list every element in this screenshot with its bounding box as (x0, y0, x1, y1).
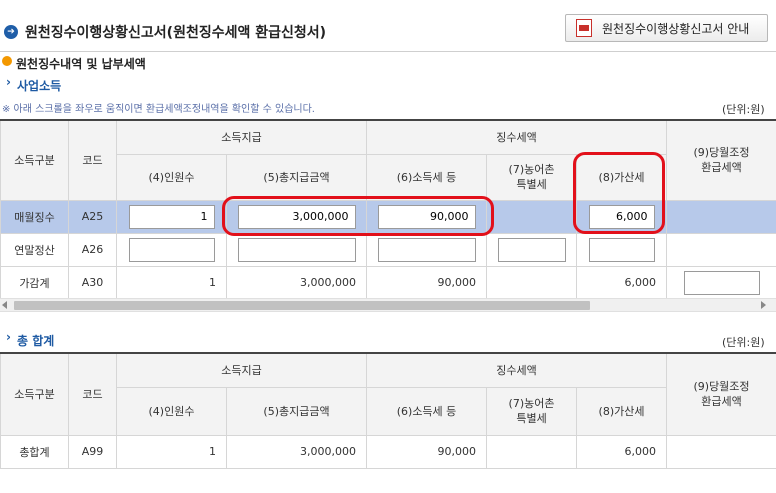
cell-total-payment: 3,000,000 (225, 434, 368, 469)
cell-income-tax: 90,000 (366, 265, 488, 300)
total-unit-label: (단위:원) (722, 336, 765, 349)
total-table: 소득구분 코드 소득지급 징수세액 (9)당월조정 환급세액 (4)인원수 (5… (0, 352, 776, 469)
cell-count (116, 199, 227, 234)
cell-total-payment: 3,000,000 (225, 265, 368, 300)
total-payment-input[interactable] (237, 237, 356, 262)
guide-button-label: 원천징수이행상황신고서 안내 (602, 21, 750, 36)
scroll-thumb[interactable] (14, 301, 590, 310)
income-tax-input[interactable] (377, 237, 476, 262)
cell-refund (666, 434, 776, 469)
cell-additional-tax (576, 199, 668, 234)
cell-rural-tax (486, 265, 578, 300)
chevron-right-icon: › (6, 75, 11, 89)
cell-rural-tax (486, 199, 578, 234)
table-row-a26[interactable]: 연말정산 A26 (0, 232, 776, 267)
th-refund-line2: 환급세액 (701, 395, 742, 409)
cell-count: 1 (116, 265, 227, 300)
th-total-payment: (5)총지급금액 (225, 153, 368, 201)
section-title: 원천징수내역 및 납부세액 (16, 57, 146, 71)
cell-additional-tax: 6,000 (576, 434, 668, 469)
cell-refund (666, 199, 776, 234)
count-input[interactable] (128, 204, 215, 229)
th-additional-tax: (8)가산세 (576, 153, 668, 201)
cell-category: 매월징수 (0, 199, 69, 234)
th-withholding-tax: 징수세액 (366, 352, 668, 388)
th-income-payment: 소득지급 (115, 352, 368, 388)
chevron-right-icon: › (6, 330, 11, 344)
total-payment-input[interactable] (237, 204, 356, 229)
th-total-payment: (5)총지급금액 (225, 386, 368, 436)
th-rural-tax-line1: (7)농어촌 (508, 397, 555, 410)
cell-income-tax (366, 232, 488, 267)
th-count: (4)인원수 (116, 153, 227, 201)
business-income-table: 소득구분 코드 소득지급 징수세액 (9)당월조정 환급세액 (4)인원수 (5… (0, 119, 776, 300)
arrow-right-icon: ➔ (4, 25, 18, 39)
cell-code: A99 (68, 434, 117, 469)
th-rural-tax-line2: 특별세 (516, 178, 547, 191)
guide-button[interactable]: 원천징수이행상황신고서 안내 (565, 14, 768, 42)
cell-count (116, 232, 227, 267)
table-row-a99: 총합계 A99 1 3,000,000 90,000 6,000 (0, 434, 776, 469)
cell-category: 연말정산 (0, 232, 69, 267)
refund-input[interactable] (683, 270, 760, 295)
count-input[interactable] (128, 237, 215, 262)
cell-count: 1 (116, 434, 227, 469)
th-rural-tax: (7)농어촌 특별세 (486, 386, 578, 436)
cell-additional-tax: 6,000 (576, 265, 668, 300)
cell-rural-tax (486, 232, 578, 267)
cell-refund (666, 232, 776, 267)
th-additional-tax: (8)가산세 (576, 386, 668, 436)
th-income-tax: (6)소득세 등 (366, 153, 488, 201)
cell-code: A26 (68, 232, 117, 267)
th-code: 코드 (68, 352, 117, 436)
business-subtitle: 사업소득 (17, 79, 62, 93)
additional-tax-input[interactable] (588, 237, 655, 262)
table-row-a30: 가감계 A30 1 3,000,000 90,000 6,000 (0, 265, 776, 300)
orange-bullet-icon (2, 56, 12, 66)
th-refund: (9)당월조정 환급세액 (666, 352, 776, 436)
cell-refund (666, 265, 776, 300)
th-refund-line1: (9)당월조정 (693, 146, 750, 160)
page-header: ➔ 원천징수이행상황신고서(원천징수세액 환급신청서) 원천징수이행상황신고서 … (0, 0, 776, 52)
th-refund: (9)당월조정 환급세액 (666, 119, 776, 201)
cell-category: 가감계 (0, 265, 69, 300)
table-row-a25[interactable]: 매월징수 A25 (0, 199, 776, 234)
th-refund-line2: 환급세액 (701, 161, 742, 175)
cell-code: A30 (68, 265, 117, 300)
th-income-tax: (6)소득세 등 (366, 386, 488, 436)
th-income-payment: 소득지급 (115, 119, 368, 155)
cell-rural-tax (486, 434, 578, 469)
th-category: 소득구분 (0, 119, 69, 201)
additional-tax-input[interactable] (588, 204, 655, 229)
rural-tax-input[interactable] (497, 237, 566, 262)
th-code: 코드 (68, 119, 117, 201)
cell-total-payment (225, 232, 368, 267)
cell-income-tax: 90,000 (366, 434, 488, 469)
scroll-left-icon[interactable] (2, 301, 7, 309)
horizontal-scrollbar[interactable] (0, 298, 776, 312)
scroll-notice: ※ 아래 스크롤을 좌우로 움직이면 환급세액조정내역을 확인할 수 있습니다. (2, 104, 315, 115)
pdf-icon (576, 19, 592, 37)
th-rural-tax-line2: 특별세 (516, 412, 547, 425)
unit-label: (단위:원) (722, 103, 765, 116)
th-count: (4)인원수 (116, 386, 227, 436)
th-rural-tax-line1: (7)농어촌 (508, 163, 555, 176)
th-refund-line1: (9)당월조정 (693, 380, 750, 394)
total-subtitle: 총 합계 (17, 334, 55, 348)
cell-category: 총합계 (0, 434, 69, 469)
th-withholding-tax: 징수세액 (366, 119, 668, 155)
cell-total-payment (225, 199, 368, 234)
cell-code: A25 (68, 199, 117, 234)
page-title: 원천징수이행상황신고서(원천징수세액 환급신청서) (25, 25, 327, 41)
cell-income-tax (366, 199, 488, 234)
th-rural-tax: (7)농어촌 특별세 (486, 153, 578, 201)
cell-additional-tax (576, 232, 668, 267)
th-category: 소득구분 (0, 352, 69, 436)
income-tax-input[interactable] (377, 204, 476, 229)
scroll-right-icon[interactable] (761, 301, 766, 309)
